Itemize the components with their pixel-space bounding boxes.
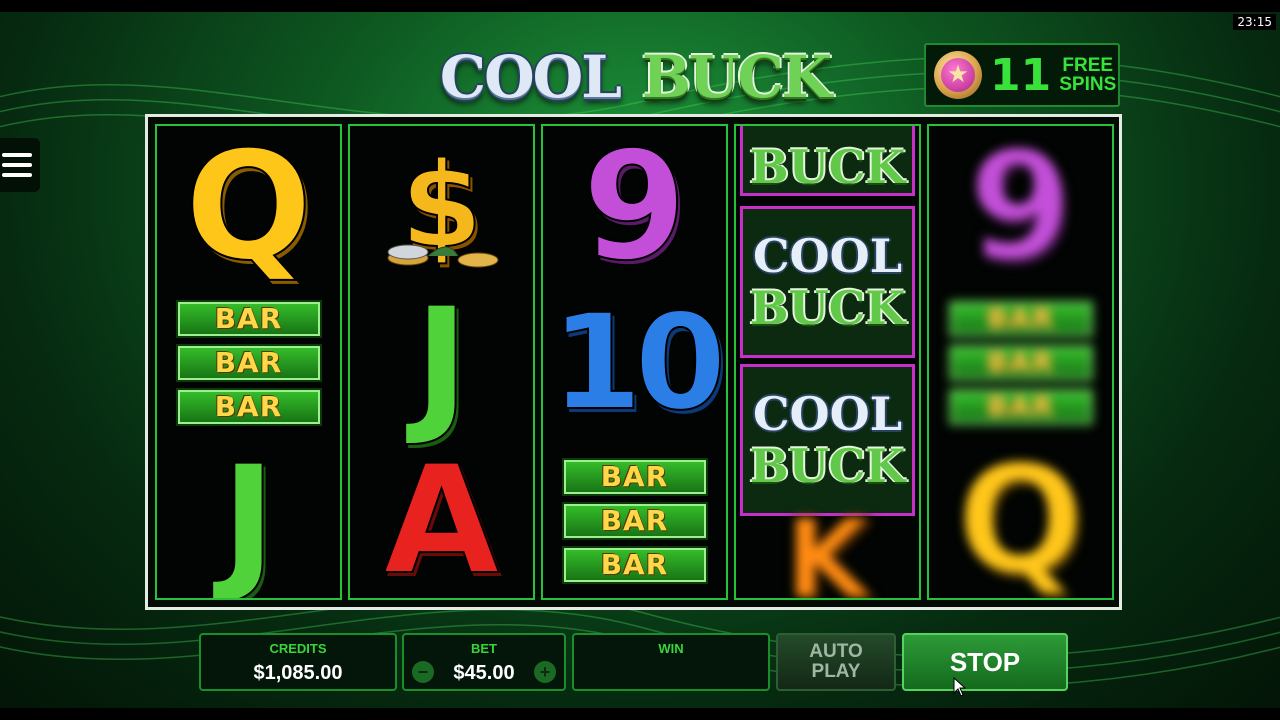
win-display: WIN [572,633,770,691]
symbol-bar: BAR BAR BAR [157,286,340,440]
clock: 23:15 [1233,14,1276,30]
symbol-cool-buck-wild: COOL BUCK [740,364,915,516]
symbol-nine: 9 [967,124,1073,294]
free-spins-count: 11 [990,49,1052,101]
logo-buck: BUCK [641,43,832,111]
logo-cool: COOL [439,43,622,111]
symbol-k: K [784,495,871,600]
mouse-cursor-icon [953,677,967,697]
free-spins-counter: ★ 11 FREE SPINS [924,43,1120,107]
stop-button[interactable]: STOP [902,633,1068,691]
star-icon: ★ [934,51,982,99]
symbol-q: Q [956,434,1086,600]
menu-icon[interactable] [0,138,40,192]
coins-icon [387,244,499,268]
symbol-a: A [382,434,500,600]
bet-increase-button[interactable]: + [534,661,556,683]
symbol-ten: 10 [550,286,726,440]
symbol-q: Q [184,124,314,294]
autoplay-button[interactable]: AUTO PLAY [776,633,896,691]
symbol-bar: BAR BAR BAR [929,286,1112,440]
credits-value: $1,085.00 [253,662,343,684]
symbol-nine: 9 [581,124,687,294]
symbol-cool-buck-wild: BUCK [740,126,915,196]
reel-4: BUCK COOL BUCK COOL BUCK K [734,124,921,600]
reels-frame: Q BAR BAR BAR J $ J A 9 10 BAR BAR BAR B… [145,114,1122,610]
reel-3: 9 10 BAR BAR BAR [541,124,728,600]
symbol-bar: BAR BAR BAR [543,444,726,598]
bet-label: BET [471,641,497,656]
reel-1: Q BAR BAR BAR J [155,124,342,600]
symbol-j: J [413,276,471,450]
symbol-cool-buck-wild: COOL BUCK [740,206,915,358]
reel-2: $ J A [348,124,535,600]
symbol-j: J [220,434,278,600]
bet-decrease-button[interactable]: − [412,661,434,683]
reel-5: 9 BAR BAR BAR Q [927,124,1114,600]
credits-display: CREDITS $1,085.00 [199,633,397,691]
symbol-dollar: $ [350,128,533,282]
game-logo: COOL BUCK [420,43,850,111]
bet-display: BET $45.00 − + [402,633,566,691]
win-label: WIN [658,641,684,656]
credits-label: CREDITS [269,641,327,656]
free-spins-label: FREE SPINS [1059,55,1117,95]
